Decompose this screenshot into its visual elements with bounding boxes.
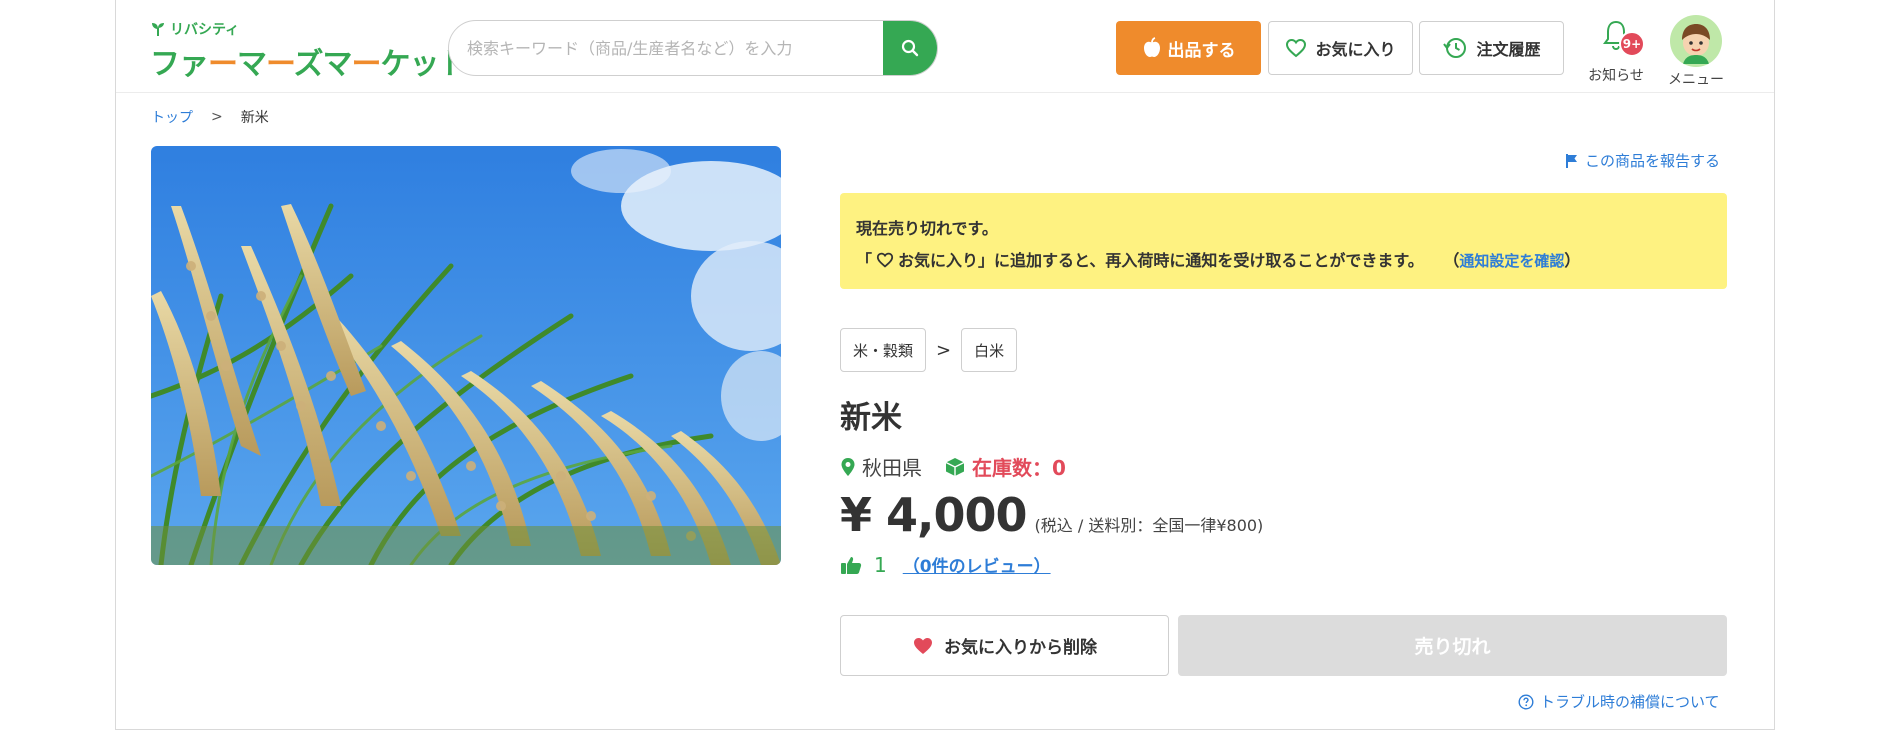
search-bar [448,20,938,76]
heart-outline-icon [1286,38,1307,58]
stock-count: 在庫数：0 [944,452,1066,481]
order-history-button[interactable]: 注文履歴 [1419,21,1564,75]
logo-part-5: ズマ [293,47,353,82]
price-note: (税込 / 送料別：全国一律¥800) [1034,516,1264,535]
soldout-line2-fav: お気に入り [898,251,979,270]
sell-label: 出品する [1167,40,1236,61]
search-input[interactable] [449,21,879,75]
search-icon [901,39,919,57]
orders-label: 注文履歴 [1476,40,1541,59]
reviews-link[interactable]: （0件のレビュー） [903,552,1051,577]
breadcrumb-current: 新米 [240,110,269,126]
apple-icon [1143,37,1160,57]
logo-part-3: マ [237,47,267,82]
remove-favorite-label: お気に入りから削除 [944,638,1097,658]
favorites-button[interactable]: お気に入り [1268,21,1413,75]
product-title: 新米 [840,400,902,436]
sell-button[interactable]: 出品する [1116,21,1261,75]
soldout-notice: 現在売り切れです。 「 お気に入り」に追加すると、再入荷時に通知を受け取ることがで… [840,193,1727,289]
price-block: ¥ 4,000 (税込 / 送料別：全国一律¥800) [840,488,1263,542]
flag-icon [1566,153,1577,168]
logo-subtitle: リバシティ [150,19,239,39]
favorites-label: お気に入り [1315,40,1396,59]
report-label: この商品を報告する [1585,152,1721,170]
logo-wordmark: ファーマーズマーケット [150,39,469,83]
category-path: 米・穀類 > 白米 [840,328,1018,372]
menu-button[interactable]: メニュー [1656,15,1736,89]
breadcrumb: トップ > 新米 [151,107,269,127]
breadcrumb-home-link[interactable]: トップ [151,107,193,127]
prefecture-label: 秋田県 [862,456,922,480]
notifications-label: お知らせ [1588,68,1644,84]
guarantee-label: トラブル時の補償について [1540,693,1720,711]
heart-outline-icon [876,252,894,268]
report-product-link[interactable]: この商品を報告する [1565,150,1720,171]
logo-part-1: ファ [150,47,209,82]
soldout-line2-rest: 」に追加すると、再入荷時に通知を受け取ることができます。 [978,251,1424,270]
product-meta: 秋田県 在庫数：0 [840,452,1066,481]
likes-row: 1 （0件のレビュー） [840,552,1051,577]
category-chip-white-rice[interactable]: 白米 [961,328,1018,372]
site-logo[interactable]: リバシティ ファーマーズマーケット [150,19,469,82]
site-header: リバシティ ファーマーズマーケット 出品する お気に入り 注文履歴 9+ お知ら… [116,1,1774,93]
location-pin-icon [841,457,855,476]
user-avatar-icon [1682,24,1710,64]
heart-filled-icon [914,637,932,654]
notification-settings-link[interactable]: 通知設定を確認 [1459,252,1564,270]
question-circle-icon [1518,693,1534,710]
product-image[interactable] [151,146,781,565]
rice-field-photo [151,146,781,565]
logo-part-6: ー [351,47,382,82]
logo-part-2: ー [208,47,238,82]
prefecture: 秋田県 [840,452,922,481]
avatar [1670,15,1722,67]
sprout-icon [152,23,164,36]
category-chip-rice-grains[interactable]: 米・穀類 [840,328,927,372]
notify-link-close: ） [1564,251,1581,270]
notify-link-open: （ [1443,251,1460,270]
soldout-label: 売り切れ [1414,636,1491,658]
thumbs-up-icon[interactable] [840,555,862,575]
likes-count: 1 [874,552,887,577]
history-clock-icon [1443,38,1467,58]
soldout-button: 売り切れ [1178,615,1727,676]
menu-label: メニュー [1668,72,1724,88]
soldout-line2-prefix: 「 [856,251,873,270]
notification-badge: 9+ [1619,31,1645,57]
category-separator: > [936,339,952,361]
breadcrumb-separator: > [211,109,223,125]
price-value: ¥ 4,000 [840,488,1028,542]
guarantee-link[interactable]: トラブル時の補償について [1518,691,1720,712]
remove-favorite-button[interactable]: お気に入りから削除 [840,615,1169,676]
notifications-button[interactable]: 9+ お知らせ [1578,19,1654,89]
stock-label: 在庫数：0 [972,456,1066,480]
logo-sub-text: リバシティ [170,22,240,38]
search-button[interactable] [883,21,937,75]
box-icon [945,457,965,476]
soldout-line2: 「 お気に入り」に追加すると、再入荷時に通知を受け取ることができます。 （通知設定… [856,245,1711,277]
soldout-line1: 現在売り切れです。 [856,219,998,238]
logo-part-4: ー [266,47,294,82]
